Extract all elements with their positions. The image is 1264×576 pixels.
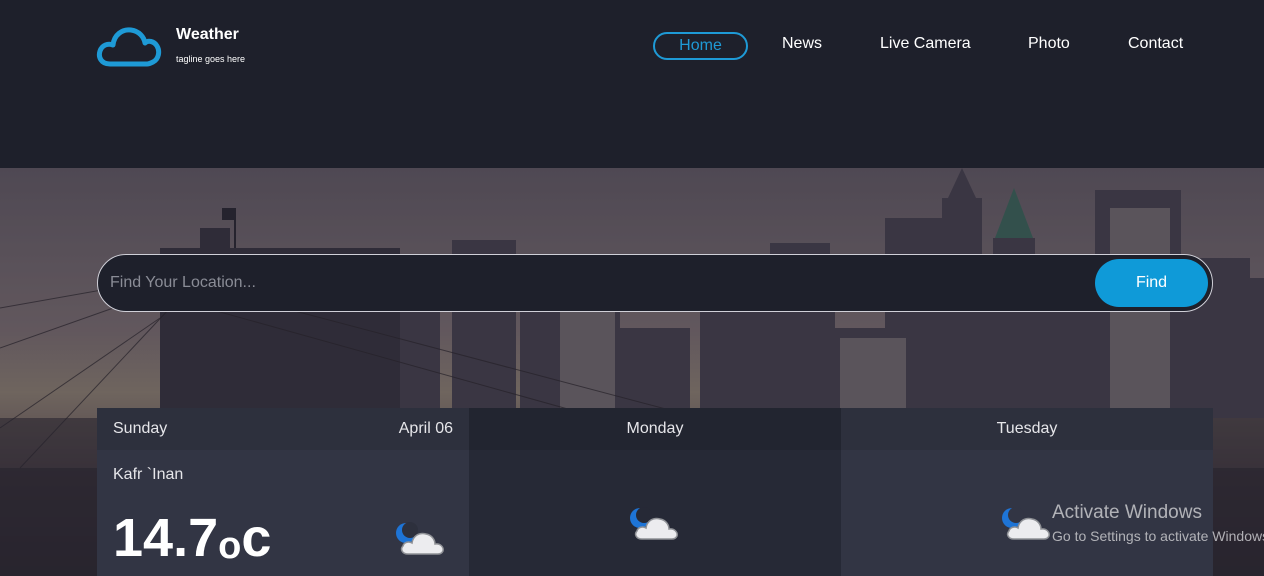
- watermark-subtitle: Go to Settings to activate Windows.: [1052, 528, 1264, 544]
- day-label: Tuesday: [996, 420, 1058, 437]
- temperature: 14.7oc: [113, 508, 272, 568]
- forecast-table: Sunday April 06 Kafr `Inan 14.7oc Monday…: [97, 408, 1213, 576]
- day-label: Monday: [626, 420, 684, 437]
- moon-cloud-icon: [630, 507, 678, 540]
- nav-photo[interactable]: Photo: [1028, 32, 1070, 60]
- activate-windows-watermark: Activate Windows Go to Settings to activ…: [1052, 502, 1264, 546]
- moon-cloud-icon: [396, 522, 444, 555]
- day-label: Sunday: [113, 420, 168, 437]
- nav-live-camera[interactable]: Live Camera: [880, 32, 971, 60]
- moon-cloud-icon: [1002, 507, 1050, 540]
- brand-tagline: tagline goes here: [176, 54, 246, 64]
- cloud-icon: [96, 27, 162, 67]
- forecast-day: Monday: [469, 408, 841, 576]
- find-button[interactable]: Find: [1095, 259, 1208, 307]
- site-header: Weather tagline goes here Home News Live…: [0, 0, 1264, 168]
- forecast-day: Tuesday: [841, 408, 1213, 576]
- nav-contact[interactable]: Contact: [1128, 32, 1183, 60]
- main-nav: Home News Live Camera Photo Contact: [653, 32, 1184, 60]
- brand-title: Weather: [176, 26, 239, 43]
- forecast-today: Sunday April 06 Kafr `Inan 14.7oc: [97, 408, 469, 576]
- location-search-input[interactable]: [110, 269, 1070, 297]
- degree-symbol: o: [218, 525, 242, 567]
- nav-home[interactable]: Home: [653, 32, 748, 60]
- nav-news[interactable]: News: [782, 32, 822, 60]
- location-name: Kafr `Inan: [113, 466, 184, 483]
- date-label: April 06: [398, 420, 453, 437]
- forecast-header: Monday: [469, 408, 841, 450]
- forecast-header: Sunday April 06: [97, 408, 469, 450]
- forecast-header: Tuesday: [841, 408, 1213, 450]
- watermark-title: Activate Windows: [1052, 502, 1202, 523]
- location-search-bar: Find: [97, 254, 1213, 312]
- logo[interactable]: Weather tagline goes here: [96, 24, 245, 68]
